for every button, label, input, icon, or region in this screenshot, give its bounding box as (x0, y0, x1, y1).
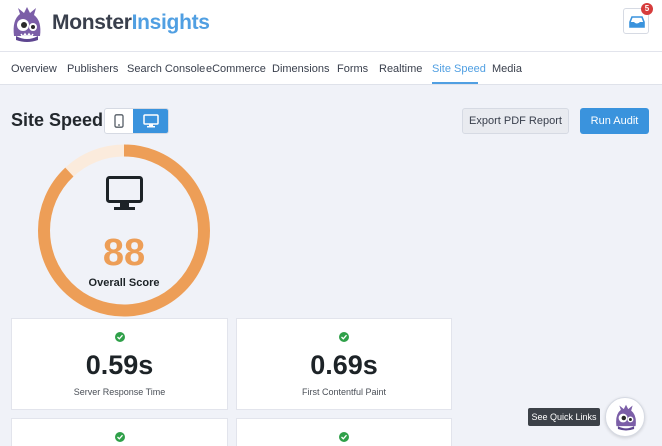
quick-links-button[interactable] (605, 397, 645, 437)
quick-links-tooltip[interactable]: See Quick Links (528, 408, 600, 426)
metric-label: First Contentful Paint (301, 387, 387, 397)
tab-site-speed[interactable]: Site Speed (432, 63, 486, 75)
tab-publishers[interactable]: Publishers (67, 63, 118, 75)
run-audit-button[interactable]: Run Audit (580, 108, 649, 134)
check-circle-icon (339, 332, 349, 342)
metric-value: 0.69s (310, 350, 378, 380)
monster-mascot-icon (8, 6, 46, 44)
check-circle-icon (114, 432, 125, 442)
top-bar: MonsterInsights 5 (0, 0, 662, 52)
tab-forms[interactable]: Forms (337, 63, 368, 75)
tab-realtime[interactable]: Realtime (379, 63, 422, 75)
inbox-icon (629, 16, 645, 28)
tab-media[interactable]: Media (492, 63, 522, 75)
monster-mascot-icon (616, 404, 636, 431)
metric-card-first-contentful-paint: 0.69s First Contentful Paint (236, 318, 452, 410)
desktop-icon (143, 114, 159, 128)
mobile-icon (114, 114, 124, 128)
tab-search-console[interactable]: Search Console (127, 63, 205, 75)
page-title: Site Speed (11, 110, 104, 130)
tab-dimensions[interactable]: Dimensions (272, 63, 329, 75)
active-tab-indicator (432, 82, 478, 84)
metric-label: Server Response Time (73, 387, 166, 397)
brand-name-part1: Monster (52, 11, 132, 34)
metric-card-server-response: 0.59s Server Response Time (11, 318, 228, 410)
monitor-icon (106, 176, 143, 210)
brand-name-part2: Insights (131, 11, 210, 34)
mobile-view-button[interactable] (105, 109, 133, 133)
brand-logo-text: MonsterInsights (52, 11, 210, 35)
score-label: Overall Score (89, 277, 160, 289)
metric-card (11, 418, 228, 446)
score-value: 88 (103, 232, 145, 274)
metric-value: 0.59s (85, 350, 154, 380)
export-pdf-button[interactable]: Export PDF Report (462, 108, 569, 134)
overall-score-gauge: 88 Overall Score (35, 143, 213, 318)
metric-card (236, 418, 452, 446)
report-tabs: Overview Publishers Search Console eComm… (0, 52, 662, 85)
tab-overview[interactable]: Overview (11, 63, 57, 75)
check-circle-icon (114, 332, 125, 342)
check-circle-icon (339, 432, 349, 442)
tab-ecommerce[interactable]: eCommerce (206, 63, 266, 75)
desktop-view-button[interactable] (133, 109, 168, 133)
notification-count-badge: 5 (641, 3, 653, 15)
device-toggle (104, 108, 169, 134)
